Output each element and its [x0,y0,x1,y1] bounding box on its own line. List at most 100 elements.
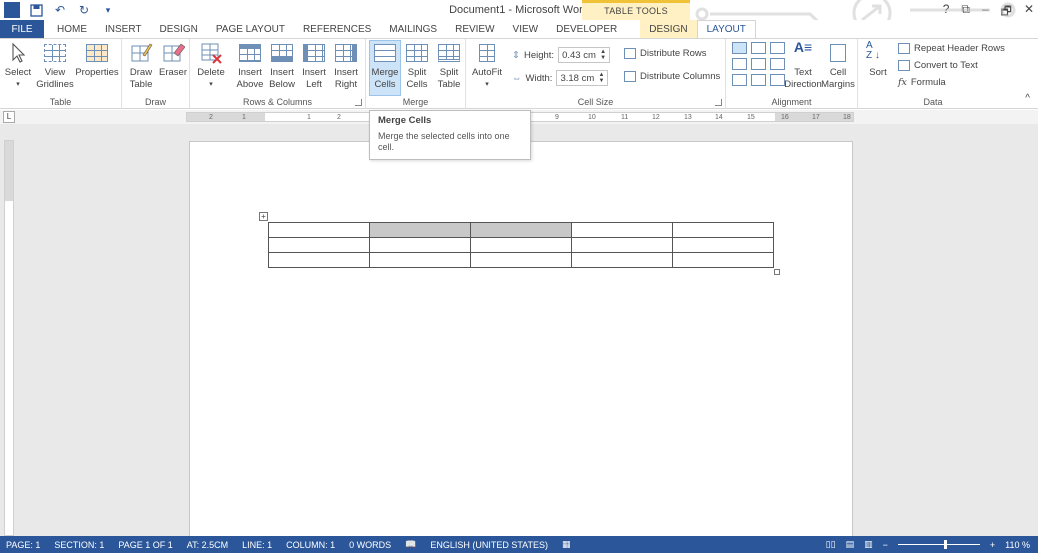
convert-to-text-button[interactable]: Convert to Text [898,60,978,71]
row-height-control: ⇕ Height: 0.43 cm ▲ ▼ [512,47,611,63]
align-center-icon[interactable] [751,58,766,70]
tab-home[interactable]: HOME [48,20,96,38]
tab-design[interactable]: DESIGN [151,20,207,38]
insert-right-icon [334,41,358,65]
vertical-ruler[interactable] [4,140,14,536]
insert-below-button[interactable]: Insert Below [266,41,298,91]
select-button[interactable]: Select ▾ [4,41,32,91]
cell-margins-button[interactable]: Cell Margins [820,41,856,91]
zoom-in-button[interactable]: + [990,540,995,550]
table-cell[interactable] [672,237,774,253]
tab-file[interactable]: FILE [0,20,44,38]
status-column[interactable]: COLUMN: 1 [286,540,335,550]
table-cell-selected[interactable] [470,222,572,238]
split-cells-button[interactable]: Split Cells [402,41,432,91]
table-cell[interactable] [268,252,370,268]
document-table[interactable] [268,222,774,268]
table-cell[interactable] [268,222,370,238]
align-center-right-icon[interactable] [770,58,785,70]
tab-stop-selector[interactable]: L [3,111,15,123]
read-mode-icon[interactable]: ▯▯ [826,539,836,550]
rows-columns-dialog-launcher[interactable] [355,99,362,106]
align-bottom-right-icon[interactable] [770,74,785,86]
table-cell[interactable] [672,222,774,238]
status-language[interactable]: ENGLISH (UNITED STATES) [430,540,548,550]
tab-table-design[interactable]: DESIGN [640,20,697,38]
zoom-slider[interactable] [897,540,980,549]
align-top-right-icon[interactable] [770,42,785,54]
sort-az-icon: AZ ↓ [866,40,880,61]
status-bar: PAGE: 1 SECTION: 1 PAGE 1 OF 1 AT: 2.5CM… [0,536,1038,553]
properties-button[interactable]: Properties [75,41,119,79]
ruler-tick: 18 [843,114,851,121]
print-layout-icon[interactable]: ▤ [846,539,855,550]
repeat-header-rows-button[interactable]: Repeat Header Rows [898,43,1005,54]
table-cell[interactable] [571,252,673,268]
align-top-left-icon[interactable] [732,42,747,54]
table-cell[interactable] [369,252,471,268]
tab-developer[interactable]: DEVELOPER [547,20,626,38]
zoom-out-button[interactable]: − [883,540,888,550]
tab-page-layout[interactable]: PAGE LAYOUT [207,20,294,38]
row-height-spinner[interactable]: ▲ ▼ [600,49,606,61]
table-cell[interactable] [470,237,572,253]
text-direction-button[interactable]: A≡ Text Direction [784,40,822,91]
insert-right-button[interactable]: Insert Right [330,41,362,91]
zoom-slider-thumb[interactable] [943,540,947,549]
insert-above-button[interactable]: Insert Above [234,41,266,91]
row-height-icon: ⇕ [512,49,520,61]
tab-table-layout[interactable]: LAYOUT [696,20,756,38]
tab-mailings[interactable]: MAILINGS [380,20,446,38]
tab-references[interactable]: REFERENCES [294,20,380,38]
table-cell[interactable] [672,252,774,268]
align-bottom-center-icon[interactable] [751,74,766,86]
distribute-columns-icon [624,71,636,82]
split-table-button[interactable]: Split Table [434,41,464,91]
formula-button[interactable]: fx Formula [898,77,946,88]
delete-button[interactable]: Delete ▾ [196,41,226,91]
column-width-spinner[interactable]: ▲ ▼ [598,72,604,84]
status-section[interactable]: SECTION: 1 [54,540,104,550]
status-page-of[interactable]: PAGE 1 OF 1 [118,540,172,550]
insert-left-button[interactable]: Insert Left [298,41,330,91]
status-at[interactable]: AT: 2.5CM [187,540,228,550]
cell-size-dialog-launcher[interactable] [715,99,722,106]
table-cell[interactable] [571,222,673,238]
status-line[interactable]: LINE: 1 [242,540,272,550]
distribute-rows-button[interactable]: Distribute Rows [624,48,707,59]
table-cell[interactable] [369,237,471,253]
document-page[interactable]: + [189,141,853,541]
web-layout-icon[interactable]: ▥ [864,539,873,550]
merge-cells-button[interactable]: Merge Cells [369,40,401,96]
zoom-level[interactable]: 110 % [1005,540,1030,550]
view-gridlines-button[interactable]: View Gridlines [36,41,74,91]
table-move-handle-icon[interactable]: + [259,212,268,221]
status-word-count[interactable]: 0 WORDS [349,540,391,550]
row-height-input[interactable]: 0.43 cm ▲ ▼ [558,47,611,63]
align-bottom-left-icon[interactable] [732,74,747,86]
proofing-book-icon[interactable]: 📖 [405,539,416,550]
column-width-input[interactable]: 3.18 cm ▲ ▼ [556,70,609,86]
align-center-left-icon[interactable] [732,58,747,70]
distribute-columns-button[interactable]: Distribute Columns [624,71,720,82]
align-top-center-icon[interactable] [751,42,766,54]
eraser-icon [161,41,186,65]
autofit-button[interactable]: AutoFit ▾ [470,41,504,91]
table-cell[interactable] [268,237,370,253]
eraser-button[interactable]: Eraser [158,41,188,79]
status-page[interactable]: PAGE: 1 [6,540,40,550]
table-cell[interactable] [571,237,673,253]
table-cell-selected[interactable] [369,222,471,238]
gridlines-icon [43,41,67,65]
table-cell[interactable] [470,252,572,268]
tab-insert[interactable]: INSERT [96,20,151,38]
ribbon: Select ▾ View Gridlines Properties Table… [0,38,1038,109]
collapse-ribbon-button[interactable]: ^ [1025,93,1030,104]
draw-table-button[interactable]: Draw Table [126,41,156,91]
tab-view[interactable]: VIEW [504,20,548,38]
macro-recording-icon[interactable]: ▦ [562,539,571,550]
tab-review[interactable]: REVIEW [446,20,503,38]
ruler-tick: 9 [555,114,559,121]
sort-button[interactable]: AZ ↓ Sort [864,41,892,79]
table-resize-handle[interactable] [774,269,780,275]
